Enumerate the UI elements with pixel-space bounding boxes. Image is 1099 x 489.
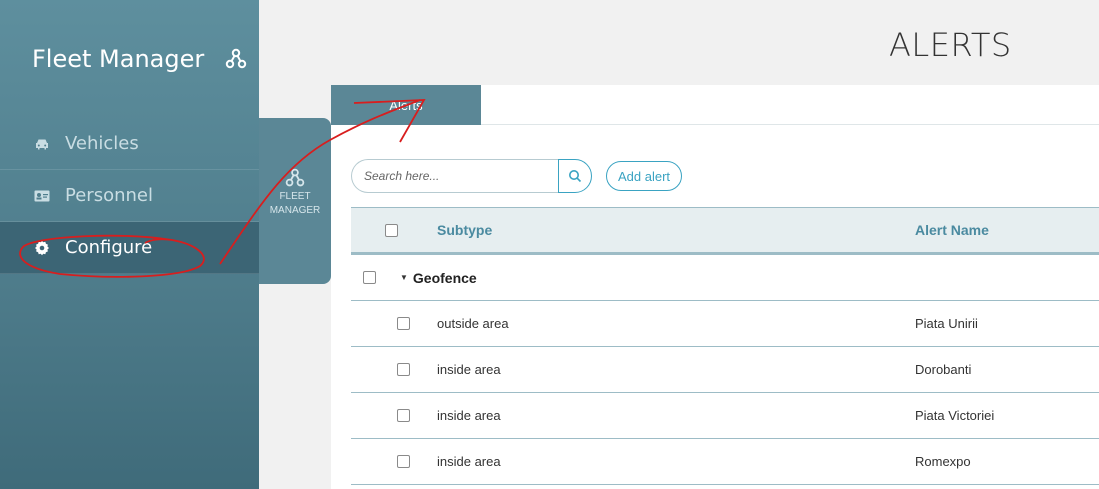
cell-subtype: inside area	[437, 408, 501, 423]
sidebar: Fleet Manager Vehicles Personnel Configu…	[0, 0, 259, 489]
row-checkbox[interactable]	[397, 409, 410, 422]
row-checkbox-cell	[351, 455, 437, 468]
row-checkbox-cell	[351, 409, 437, 422]
sidebar-item-vehicles[interactable]: Vehicles	[0, 118, 259, 170]
group-label[interactable]: ▼ Geofence	[400, 270, 477, 286]
sidebar-item-label: Personnel	[65, 185, 153, 206]
row-checkbox[interactable]	[397, 363, 410, 376]
alerts-table: Subtype Alert Name ▼ Geofence outside ar…	[351, 207, 1099, 485]
cell-subtype: inside area	[437, 362, 501, 377]
row-checkbox-cell	[351, 317, 437, 330]
table-row[interactable]: inside area Piata Victoriei	[351, 393, 1099, 439]
table-row[interactable]: outside area Piata Unirii	[351, 301, 1099, 347]
toolbar: Add alert	[351, 159, 683, 193]
sidebar-item-personnel[interactable]: Personnel	[0, 170, 259, 222]
search-input[interactable]	[351, 159, 558, 193]
search-box	[351, 159, 592, 193]
header-subtype[interactable]: Subtype	[437, 222, 915, 238]
network-icon	[226, 48, 247, 69]
header-alert-name[interactable]: Alert Name	[915, 222, 1099, 238]
cell-subtype: inside area	[437, 454, 501, 469]
sidebar-item-configure[interactable]: Configure	[0, 222, 259, 274]
cell-subtype: outside area	[437, 316, 509, 331]
app-brand: Fleet Manager	[0, 0, 259, 118]
cell-alert-name: Dorobanti	[915, 362, 972, 377]
table-row[interactable]: inside area Romexpo	[351, 439, 1099, 485]
group-row-geofence[interactable]: ▼ Geofence	[351, 255, 1099, 301]
main-content: ALERTS Alerts Add alert Subtype Alert Na…	[259, 0, 1099, 489]
select-all-cell	[351, 223, 437, 237]
page-title: ALERTS	[889, 26, 1012, 64]
group-checkbox-cell	[351, 271, 400, 284]
app-title: Fleet Manager	[32, 45, 205, 73]
row-checkbox-cell	[351, 363, 437, 376]
row-checkbox[interactable]	[397, 317, 410, 330]
gear-icon	[34, 240, 50, 256]
alerts-panel: Alerts Add alert Subtype Alert Name ▼	[331, 85, 1099, 489]
table-header: Subtype Alert Name	[351, 207, 1099, 255]
row-checkbox[interactable]	[397, 455, 410, 468]
search-icon	[569, 170, 582, 183]
cell-alert-name: Piata Unirii	[915, 316, 978, 331]
select-all-checkbox[interactable]	[385, 223, 398, 237]
id-card-icon	[34, 188, 50, 204]
sidebar-item-label: Configure	[65, 237, 153, 258]
sidebar-item-label: Vehicles	[65, 133, 139, 154]
table-row[interactable]: inside area Dorobanti	[351, 347, 1099, 393]
cell-alert-name: Piata Victoriei	[915, 408, 995, 423]
car-icon	[34, 136, 50, 152]
caret-down-icon: ▼	[400, 273, 408, 282]
add-alert-button[interactable]: Add alert	[606, 161, 683, 191]
group-checkbox[interactable]	[363, 271, 376, 284]
search-button[interactable]	[558, 159, 592, 193]
cell-alert-name: Romexpo	[915, 454, 971, 469]
tab-bar: Alerts	[331, 85, 1099, 125]
sidebar-nav: Vehicles Personnel Configure	[0, 118, 259, 274]
tab-alerts[interactable]: Alerts	[331, 85, 481, 125]
group-name: Geofence	[412, 269, 477, 286]
